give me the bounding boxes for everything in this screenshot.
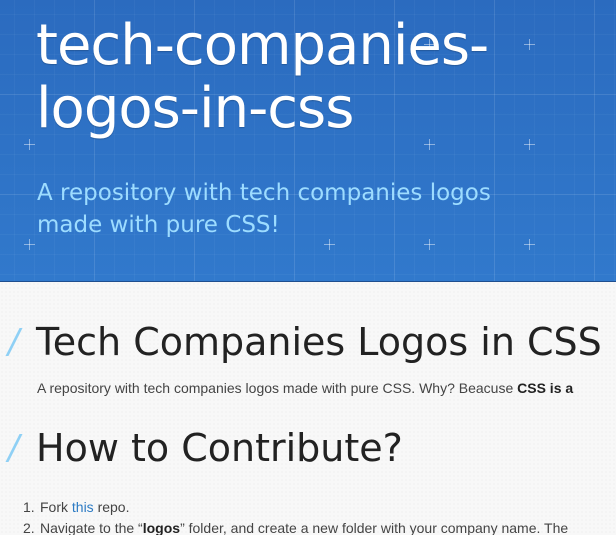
heading-marker-icon: / bbox=[8, 428, 20, 468]
project-title: tech-companies-logos-in-css bbox=[36, 13, 489, 141]
grid-cross-decoration bbox=[24, 239, 35, 250]
list-item-number: 1. bbox=[23, 499, 35, 515]
list-item-number: 2. bbox=[23, 520, 35, 535]
list-item-text: repo. bbox=[93, 499, 130, 515]
grid-cross-decoration bbox=[424, 139, 435, 150]
section-heading-logos: Tech Companies Logos in CSS bbox=[36, 320, 602, 364]
intro-text: A repository with tech companies logos m… bbox=[37, 380, 518, 396]
list-item-text: ” folder, and create a new folder with y… bbox=[180, 520, 569, 535]
section-heading-contribute: How to Contribute? bbox=[36, 426, 403, 470]
list-item-text: Fork bbox=[40, 499, 72, 515]
heading-marker-icon: / bbox=[8, 322, 20, 362]
main-content: / Tech Companies Logos in CSS A reposito… bbox=[0, 282, 616, 535]
logos-folder-name: logos bbox=[142, 520, 181, 535]
contribute-steps-list: 1. Fork this repo. 2. Navigate to the “log… bbox=[23, 497, 568, 535]
intro-bold-text: CSS is a bbox=[517, 380, 574, 396]
intro-paragraph: A repository with tech companies logos m… bbox=[37, 378, 573, 398]
project-tagline: A repository with tech companies logos m… bbox=[37, 180, 491, 238]
grid-cross-decoration bbox=[24, 139, 35, 150]
fork-repo-link[interactable]: this bbox=[72, 499, 94, 515]
list-item: 1. Fork this repo. bbox=[23, 497, 568, 518]
list-item-text: Navigate to the “ bbox=[40, 520, 143, 535]
list-item: 2. Navigate to the “logos” folder, and cr… bbox=[23, 518, 568, 535]
grid-cross-decoration bbox=[524, 139, 535, 150]
page-header: tech-companies-logos-in-css A repository… bbox=[0, 0, 616, 282]
